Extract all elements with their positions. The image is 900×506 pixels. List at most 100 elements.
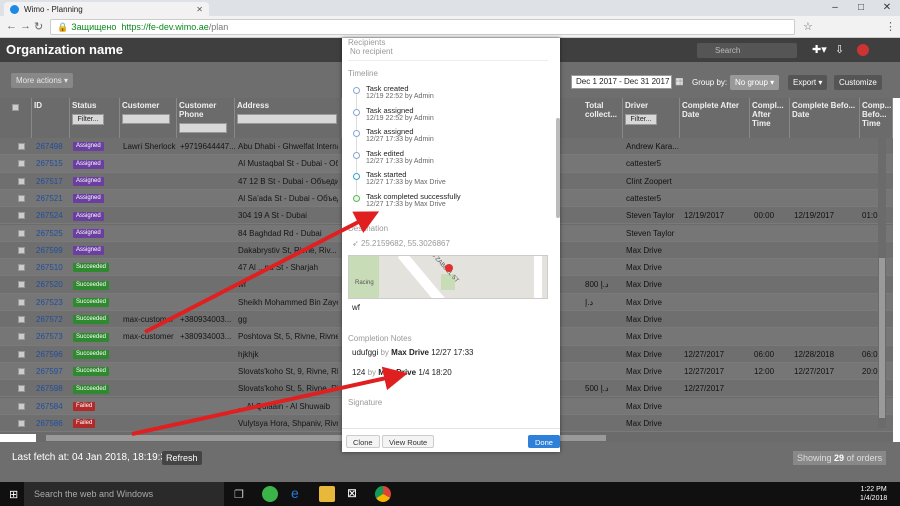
edge-icon[interactable]: e (291, 485, 307, 501)
minimize-icon[interactable]: – (822, 0, 848, 16)
tab-close-icon[interactable]: ✕ (196, 5, 203, 14)
row-id[interactable]: 267596 (36, 346, 70, 363)
taskbar-clock[interactable]: 1:22 PM 1/4/2018 (860, 485, 887, 503)
col-driver[interactable]: Driver Filter... (623, 98, 680, 138)
col-complete-after-time[interactable]: Compl... After Time (750, 98, 790, 138)
search-input[interactable]: Search (697, 43, 797, 58)
chrome-menu-icon[interactable]: ⋮ (885, 20, 896, 33)
row-checkbox[interactable] (18, 143, 25, 150)
row-address: Vulytsya Hora, Shpaniv, Rivn... (238, 418, 338, 428)
row-checkbox[interactable] (18, 419, 25, 427)
row-driver: Steven Taylor (626, 211, 675, 221)
view-route-button[interactable]: View Route (382, 435, 435, 448)
row-id[interactable]: 267510 (36, 259, 70, 276)
bookmark-star-icon[interactable]: ☆ (803, 20, 813, 33)
row-id[interactable]: 267517 (36, 173, 70, 190)
row-id[interactable]: 267573 (36, 328, 70, 345)
row-id[interactable]: 267524 (36, 207, 70, 224)
customize-button[interactable]: Customize (834, 75, 882, 90)
col-complete-before-date[interactable]: Complete Befo... Date (790, 98, 860, 138)
row-status: Assigned (73, 225, 119, 242)
row-checkbox[interactable] (18, 350, 25, 358)
forward-icon[interactable]: → (20, 20, 31, 32)
col-customer-phone[interactable]: Customer Phone (177, 98, 235, 138)
col-address[interactable]: Address (235, 98, 342, 138)
reload-icon[interactable]: ↻ (34, 20, 43, 33)
row-id[interactable]: 267584 (36, 398, 70, 415)
panel-scrollbar[interactable] (556, 118, 560, 218)
row-checkbox[interactable] (18, 264, 25, 272)
col-status[interactable]: Status Filter... (70, 98, 120, 138)
maximize-icon[interactable]: □ (848, 0, 874, 16)
row-checkbox[interactable] (18, 177, 25, 185)
upwork-icon[interactable] (262, 486, 278, 502)
file-explorer-icon[interactable] (319, 486, 335, 502)
row-id[interactable]: 267599 (36, 242, 70, 259)
col-complete-after-date[interactable]: Complete After Date (680, 98, 750, 138)
row-id[interactable]: 267525 (36, 225, 70, 242)
row-driver: Clint Zoopert (626, 176, 672, 186)
customer-filter-input[interactable] (122, 114, 170, 124)
vertical-scrollbar[interactable] (878, 138, 886, 428)
col-id[interactable]: ID (32, 98, 70, 138)
refresh-button[interactable]: Refresh (162, 451, 202, 465)
url-input[interactable]: 🔒 Защищено https://fe-dev.wimo.ae/plan (50, 19, 795, 35)
row-id[interactable]: 267515 (36, 155, 70, 172)
group-by-select[interactable]: No group ▾ (730, 75, 780, 90)
status-filter-button[interactable]: Filter... (72, 114, 104, 125)
row-checkbox[interactable] (18, 212, 25, 220)
task-view-icon[interactable]: ❐ (234, 488, 250, 504)
row-id[interactable]: 267597 (36, 363, 70, 380)
row-id[interactable]: 267586 (36, 415, 70, 432)
date-range-input[interactable]: Dec 1 2017 - Dec 31 2017 (571, 75, 672, 89)
vertical-scroll-thumb[interactable] (879, 258, 885, 418)
driver-filter-button[interactable]: Filter... (625, 114, 657, 125)
export-button[interactable]: Export ▾ (788, 75, 828, 90)
row-id[interactable]: 267520 (36, 276, 70, 293)
store-icon[interactable]: ⊠ (347, 486, 363, 502)
back-icon[interactable]: ← (6, 20, 17, 32)
chrome-icon[interactable] (375, 486, 391, 502)
col-customer[interactable]: Customer (120, 98, 177, 138)
address-filter-input[interactable] (237, 114, 337, 124)
row-id[interactable]: 267572 (36, 311, 70, 328)
row-checkbox[interactable] (18, 385, 25, 393)
destination-map[interactable]: 2ND ZABEEL ST Racing (348, 255, 548, 299)
row-cbd (794, 155, 860, 172)
row-cad (684, 311, 750, 328)
taskbar-search[interactable]: Search the web and Windows (24, 482, 224, 506)
select-all-header (0, 98, 32, 138)
add-icon[interactable]: ✚▾ (812, 43, 827, 56)
more-actions-button[interactable]: More actions ▾ (11, 73, 74, 88)
col-total-collect[interactable]: Total collect... (583, 98, 623, 138)
row-id[interactable]: 267498 (36, 138, 70, 155)
select-all-checkbox[interactable] (12, 104, 19, 111)
row-checkbox[interactable] (18, 229, 25, 237)
col-complete-before-time[interactable]: Comp... Befo... Time (860, 98, 893, 138)
timeline-title: Task completed successfully (366, 191, 461, 201)
row-checkbox[interactable] (18, 316, 25, 323)
download-icon[interactable]: ⇩ (835, 43, 844, 56)
done-button[interactable]: Done (528, 435, 560, 448)
browser-tab[interactable]: Wimo - Planning ✕ (4, 2, 209, 16)
row-checkbox[interactable] (18, 194, 25, 202)
row-checkbox[interactable] (18, 246, 25, 254)
row-id[interactable]: 267521 (36, 190, 70, 207)
calendar-icon[interactable]: ▦ (675, 76, 684, 87)
row-checkbox[interactable] (18, 402, 25, 410)
row-checkbox[interactable] (18, 333, 25, 341)
row-checkbox[interactable] (18, 367, 25, 375)
row-id[interactable]: 267523 (36, 294, 70, 311)
clone-button[interactable]: Clone (346, 435, 380, 448)
row-checkbox[interactable] (18, 298, 25, 306)
phone-filter-input[interactable] (179, 123, 227, 133)
windows-start-icon[interactable]: ⊞ (9, 488, 18, 501)
row-checkbox[interactable] (18, 281, 25, 289)
row-id[interactable]: 267598 (36, 380, 70, 397)
row-checkbox[interactable] (18, 160, 25, 168)
close-window-icon[interactable]: ✕ (874, 0, 900, 16)
row-cbd (794, 242, 860, 259)
avatar[interactable] (857, 44, 869, 56)
row-cat: 00:00 (754, 211, 775, 221)
row-cad: 12/27/2017 (684, 366, 725, 376)
